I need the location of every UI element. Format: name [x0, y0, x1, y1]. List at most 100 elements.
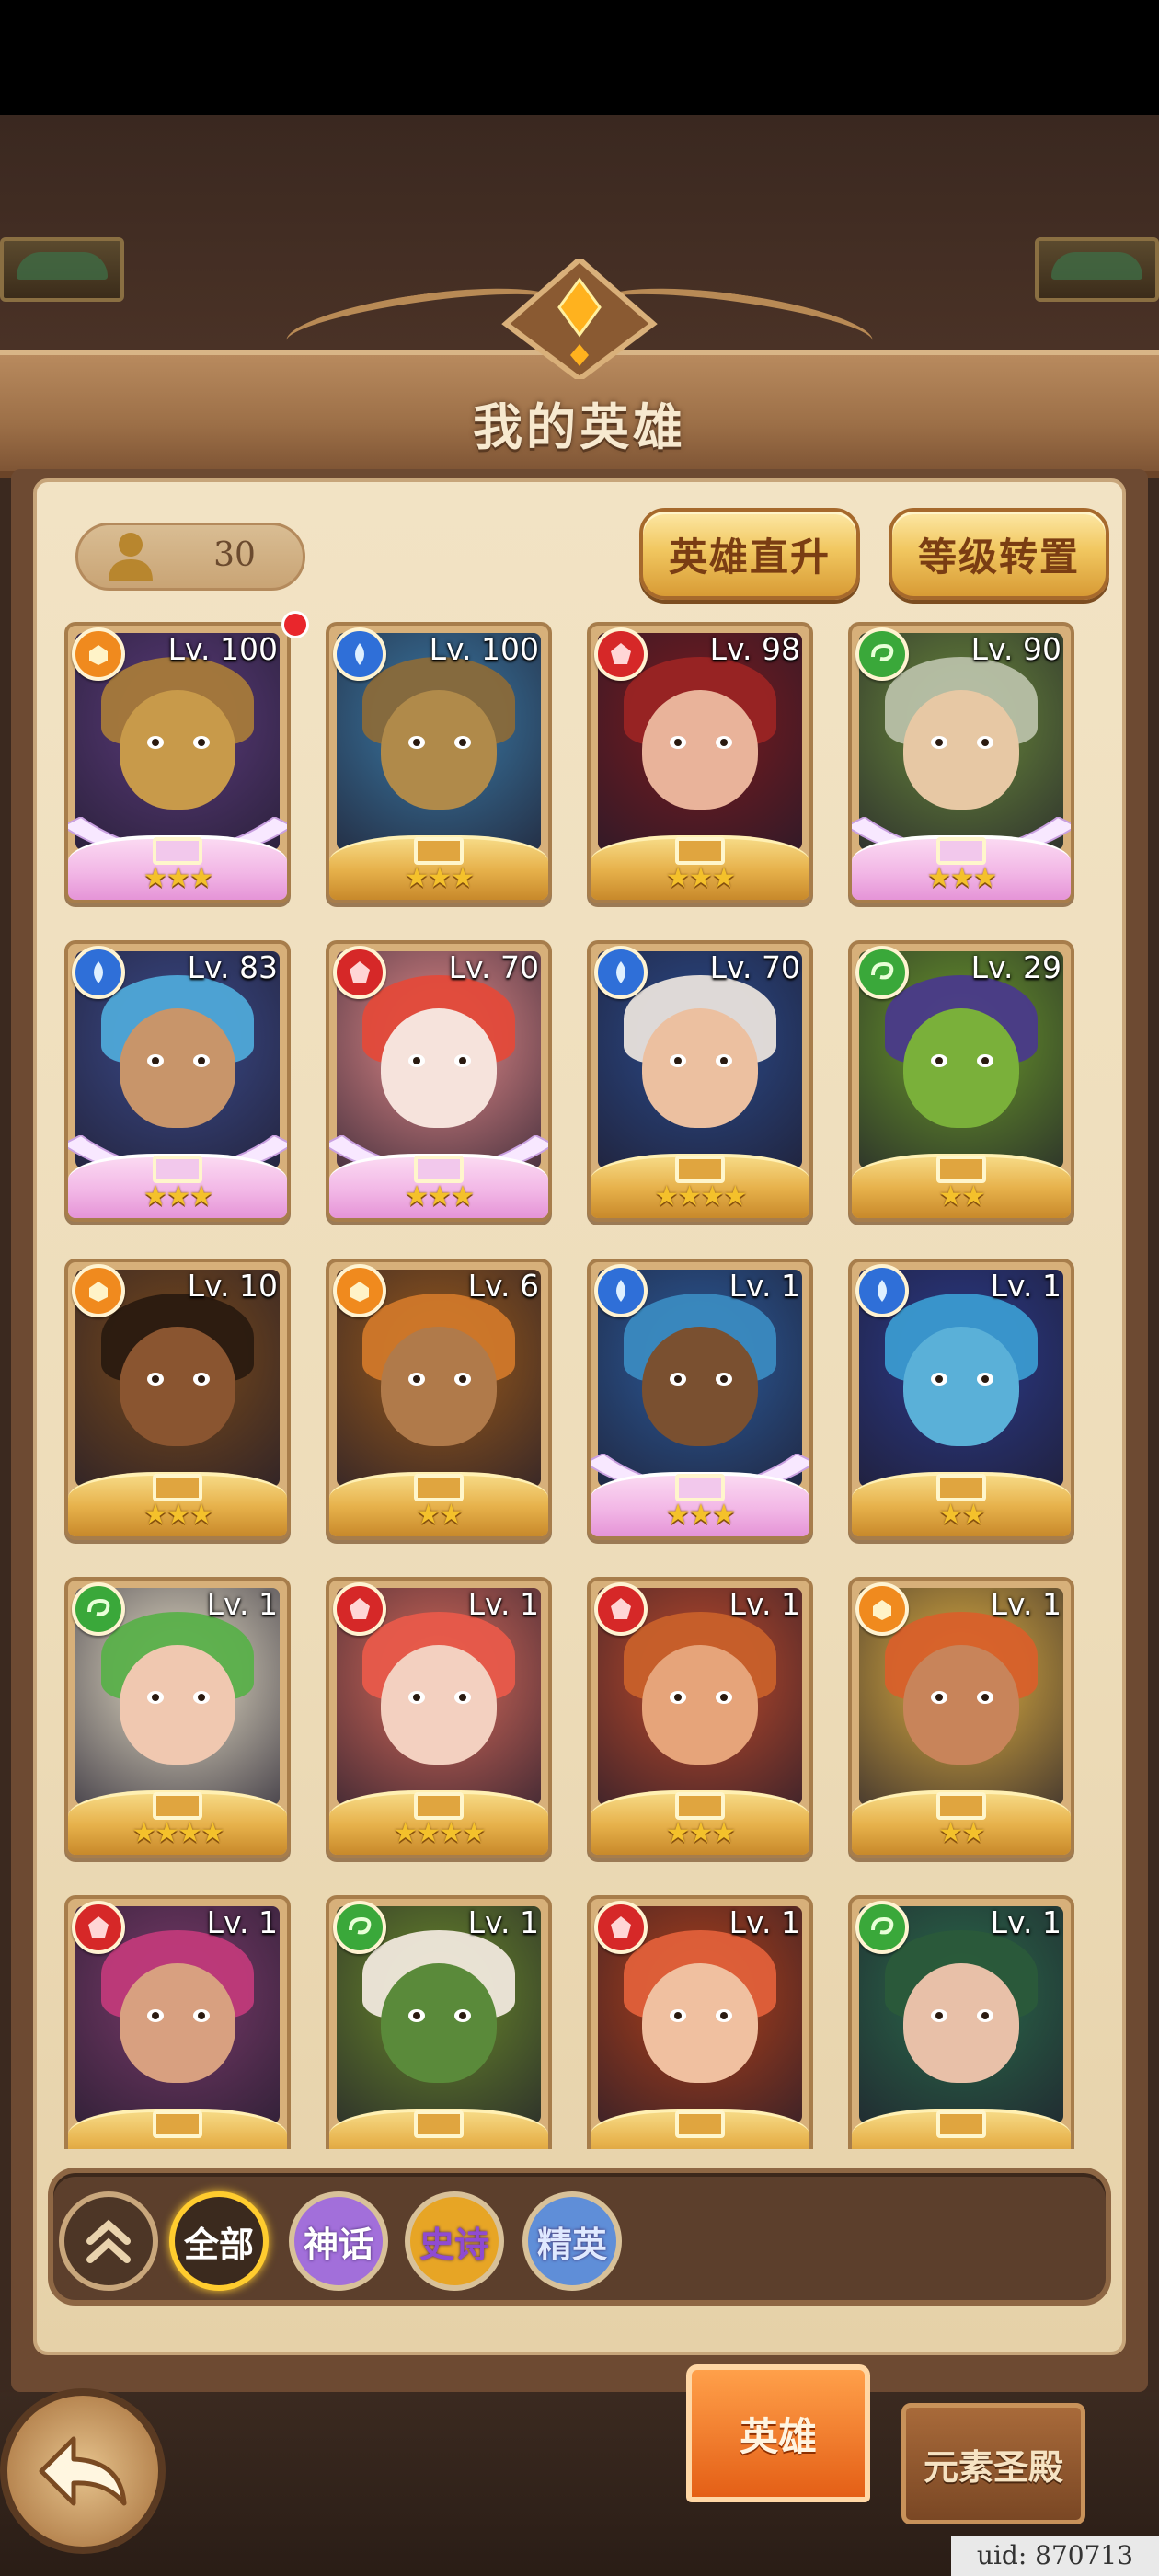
element-red-icon: [594, 1901, 648, 1954]
star-rating: ★★★★: [654, 1180, 748, 1213]
element-orange-icon: [72, 1264, 125, 1317]
filter-epic-label: 史诗: [419, 2224, 489, 2265]
hero-card[interactable]: ★★★ Lv. 100: [326, 622, 552, 903]
hero-face: [642, 1327, 758, 1446]
hero-level: Lv. 1: [990, 1904, 1061, 1940]
hero-eye: [931, 1691, 947, 1704]
hero-eye: [716, 736, 732, 749]
element-orange-icon: [72, 627, 125, 681]
hero-card[interactable]: ★★★ Lv. 70: [326, 940, 552, 1222]
star-rating: ★★★: [665, 862, 737, 894]
hero-face: [642, 1008, 758, 1128]
hero-card[interactable]: ★★ Lv. 29: [848, 940, 1074, 1222]
hero-card[interactable]: ★★★ Lv. 100: [64, 622, 291, 903]
rarity-crest-icon: [153, 1474, 202, 1501]
hero-face: [381, 1963, 497, 2083]
star-rating: ★★★: [404, 1180, 476, 1213]
hero-face: [381, 690, 497, 810]
element-blue-icon: [333, 627, 386, 681]
hero-card[interactable]: ★★★ Lv. 1: [587, 1577, 813, 1858]
element-red-icon: [594, 627, 648, 681]
star-rating: ★★★: [143, 1499, 214, 1531]
filter-all-button[interactable]: 全部: [169, 2191, 269, 2291]
hero-eye: [147, 1691, 164, 1704]
rarity-crest-icon: [675, 1792, 725, 1820]
star-rating: ★★★: [926, 862, 998, 894]
hero-card[interactable]: ★★★ Lv. 83: [64, 940, 291, 1222]
hero-eye: [408, 1691, 425, 1704]
hero-card[interactable]: ★★★★ Lv. 70: [587, 940, 813, 1222]
element-green-icon: [855, 1901, 909, 1954]
hero-eye: [408, 736, 425, 749]
hero-eye: [454, 1691, 471, 1704]
hero-card[interactable]: ★★★ Lv. 98: [587, 622, 813, 903]
hero-level: Lv. 1: [206, 1586, 278, 1622]
hero-card[interactable]: ★★★★ Lv. 1: [326, 1577, 552, 1858]
element-red-icon: [333, 1582, 386, 1636]
hero-card[interactable]: ★★★ Lv. 10: [64, 1259, 291, 1540]
star-rating: ★★★: [665, 1817, 737, 1849]
hero-boost-button[interactable]: 英雄直升: [639, 508, 860, 600]
hero-level: Lv. 1: [729, 1586, 800, 1622]
star-rating: ★★: [938, 1180, 986, 1213]
star-rating: ★★: [938, 1499, 986, 1531]
hero-face: [381, 1645, 497, 1765]
hero-face: [381, 1327, 497, 1446]
hero-eye: [454, 1373, 471, 1386]
hero-eye: [716, 1373, 732, 1386]
game-screen: 我的英雄 30 英雄直升 等级转置 ★★★ Lv. 100 ★★★ Lv. 100 ★★…: [0, 0, 1159, 2576]
hero-grid: ★★★ Lv. 100 ★★★ Lv. 100 ★★★ Lv. 98 ★★★ Lv. 90 ★★…: [64, 622, 1095, 2149]
rarity-crest-icon: [414, 2110, 464, 2138]
hero-eye: [193, 2009, 210, 2022]
hero-card[interactable]: ★★★★ Lv. 1: [64, 1577, 291, 1858]
hero-card[interactable]: ★★ Lv. 6: [326, 1259, 552, 1540]
hero-card[interactable]: ★★★ Lv. 1: [587, 1259, 813, 1540]
back-button[interactable]: [0, 2388, 166, 2554]
hero-eye: [193, 1054, 210, 1067]
rarity-crest-icon: [153, 837, 202, 865]
collapse-filter-button[interactable]: [59, 2191, 158, 2291]
hero-face: [120, 1645, 235, 1765]
hero-level: Lv. 90: [970, 631, 1061, 667]
hero-card[interactable]: Lv. 1: [848, 1895, 1074, 2149]
rarity-crest-icon: [675, 2110, 725, 2138]
hero-card[interactable]: Lv. 1: [326, 1895, 552, 2149]
hero-count: 30: [213, 536, 256, 574]
hero-eye: [193, 1691, 210, 1704]
filter-epic-button[interactable]: 史诗: [405, 2191, 504, 2291]
hero-eye: [931, 736, 947, 749]
hero-level: Lv. 70: [448, 949, 539, 985]
hero-face: [642, 1963, 758, 2083]
filter-elite-button[interactable]: 精英: [522, 2191, 622, 2291]
hero-eye: [931, 2009, 947, 2022]
hero-face: [903, 690, 1019, 810]
element-green-icon: [72, 1582, 125, 1636]
tab-hero[interactable]: 英雄: [686, 2364, 870, 2502]
hero-card[interactable]: ★★ Lv. 1: [848, 1259, 1074, 1540]
element-blue-icon: [594, 1264, 648, 1317]
rarity-crest-icon: [936, 2110, 986, 2138]
hero-eye: [670, 736, 686, 749]
element-blue-icon: [855, 1264, 909, 1317]
filter-elite-label: 精英: [536, 2224, 607, 2265]
star-rating: ★★★: [143, 862, 214, 894]
rarity-crest-icon: [414, 1792, 464, 1820]
filter-myth-button[interactable]: 神话: [289, 2191, 388, 2291]
rarity-crest-icon: [675, 1156, 725, 1183]
tab-element-temple[interactable]: 元素圣殿: [901, 2403, 1085, 2524]
star-rating: ★★: [416, 1499, 464, 1531]
rarity-crest-icon: [153, 2110, 202, 2138]
rarity-crest-icon: [414, 1474, 464, 1501]
level-transfer-button[interactable]: 等级转置: [889, 508, 1109, 600]
hero-level: Lv. 1: [990, 1586, 1061, 1622]
hero-eye: [193, 1373, 210, 1386]
hero-card[interactable]: Lv. 1: [64, 1895, 291, 2149]
hero-card[interactable]: Lv. 1: [587, 1895, 813, 2149]
hero-eye: [670, 1054, 686, 1067]
hero-eye: [408, 1373, 425, 1386]
hero-face: [120, 1327, 235, 1446]
hero-card[interactable]: ★★★ Lv. 90: [848, 622, 1074, 903]
element-blue-icon: [72, 946, 125, 999]
hero-card[interactable]: ★★ Lv. 1: [848, 1577, 1074, 1858]
right-pillar-decoration: [1035, 237, 1159, 302]
